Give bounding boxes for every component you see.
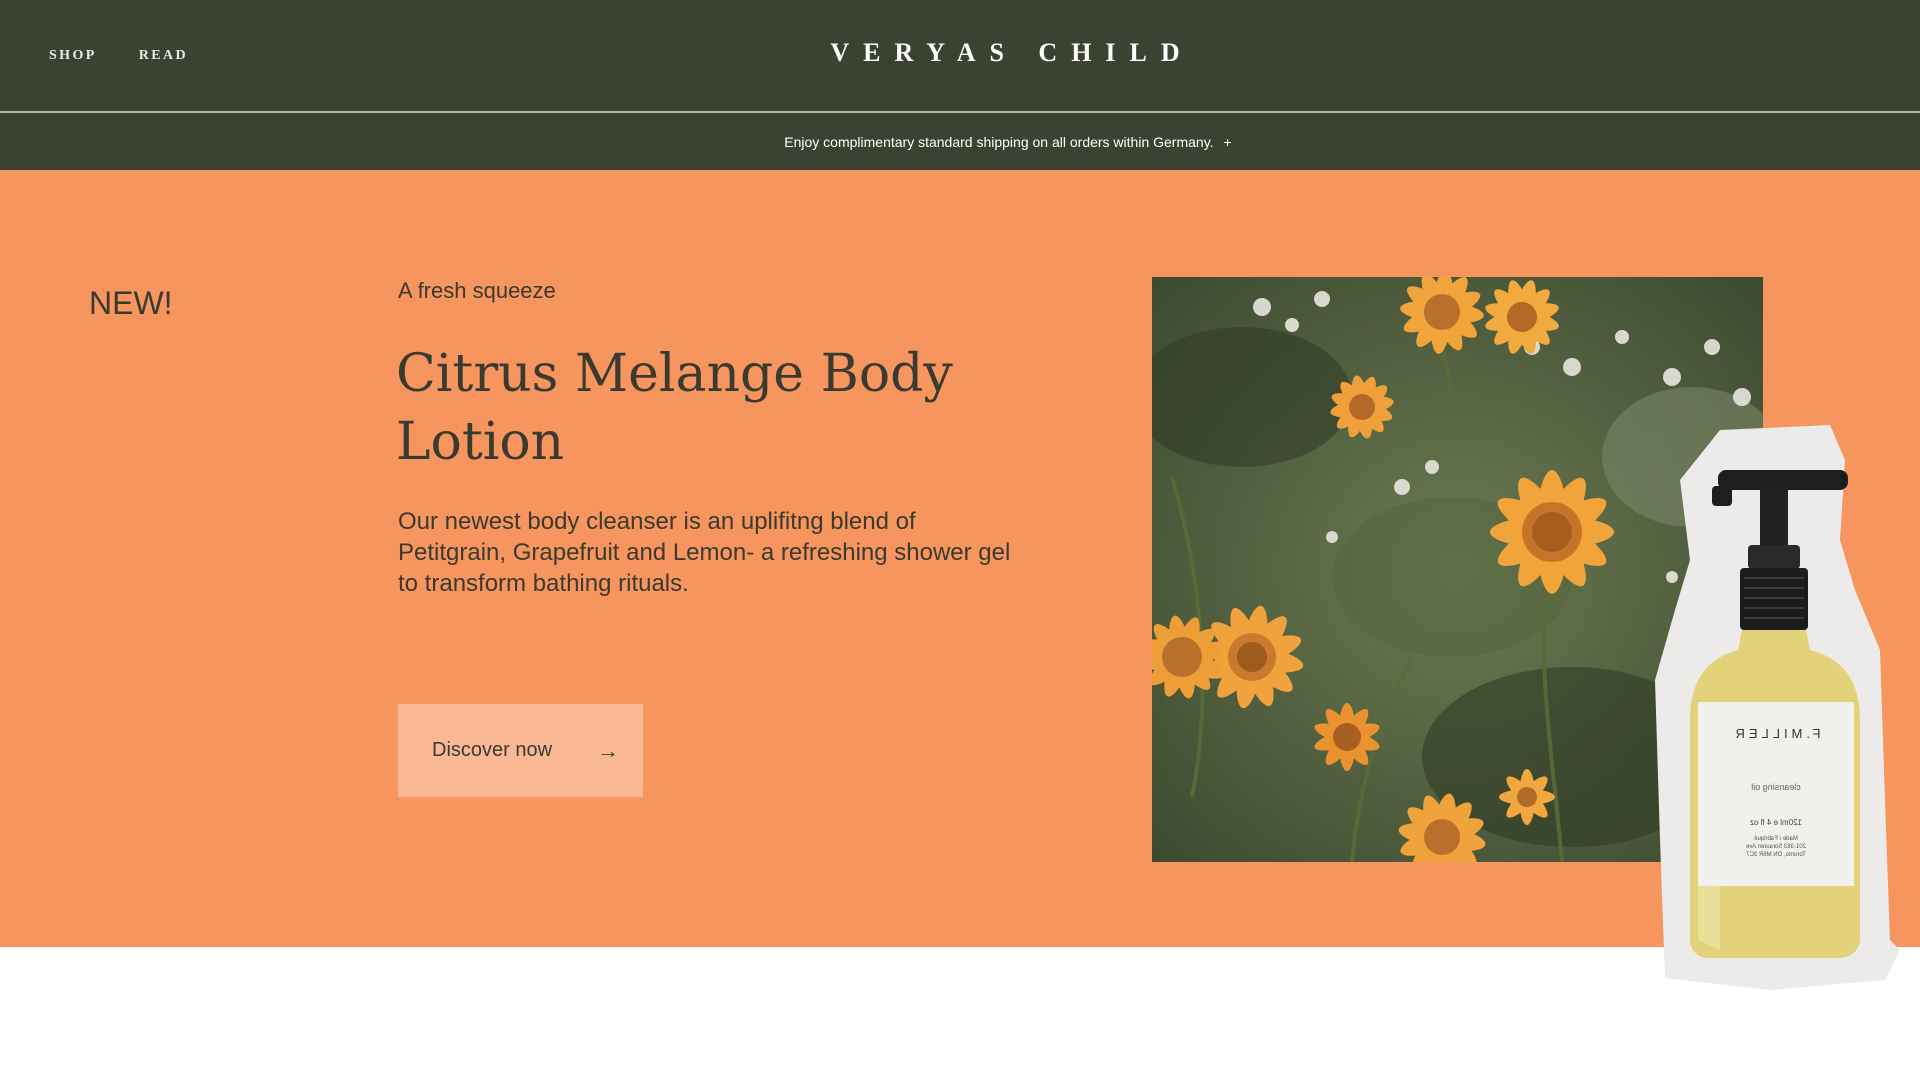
- bottle-label-brand: F.MILLER: [1731, 726, 1820, 741]
- bottle-label-volume: 120ml e 4 fl oz: [1750, 818, 1802, 827]
- bottle-label-product: cleansing oil: [1751, 782, 1801, 792]
- bottle-label-detail-3: Toronto, ON M6R 3C7: [1746, 852, 1806, 858]
- announcement-expand-icon[interactable]: +: [1224, 134, 1232, 150]
- discover-now-button[interactable]: Discover now →: [398, 704, 643, 797]
- hero-title: Citrus Melange Body Lotion: [396, 344, 953, 472]
- announcement-text: Enjoy complimentary standard shipping on…: [784, 133, 1214, 150]
- new-badge: NEW!: [89, 285, 173, 321]
- announcement-bar: Enjoy complimentary standard shipping on…: [0, 113, 1920, 170]
- bottle-illustration: F.MILLER cleansing oil 120ml e 4 fl oz M…: [1655, 425, 1900, 990]
- arrow-right-icon: →: [597, 737, 619, 763]
- brand-logo[interactable]: VERYAS CHILD: [0, 38, 1920, 68]
- hero-description: Our newest body cleanser is an uplifitng…: [398, 508, 1011, 597]
- hero-eyebrow: A fresh squeeze: [398, 278, 556, 303]
- site-header: SHOP READ VERYAS CHILD: [0, 0, 1920, 111]
- bottle-label-detail-2: 201-363 Sorauren Ave: [1745, 844, 1806, 850]
- discover-now-label: Discover now: [432, 739, 553, 761]
- product-bottle-image: F.MILLER cleansing oil 120ml e 4 fl oz M…: [1650, 420, 1900, 990]
- bottle-label-detail-1: Made / Fabriqué: [1753, 836, 1797, 842]
